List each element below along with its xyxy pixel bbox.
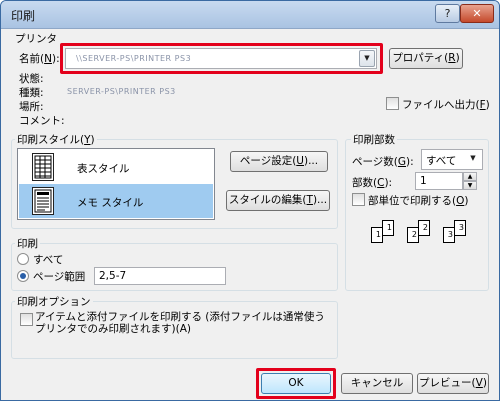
table-style-label: 表スタイル [77,163,130,175]
ok-highlight-box [256,368,336,399]
title-bar: 印刷 ? ✕ [1,1,499,29]
print-to-file-checkbox[interactable] [386,97,399,110]
copies-count-input[interactable]: 1 [415,172,463,190]
define-styles-button[interactable]: スタイルの編集(T)... [226,190,330,211]
print-options-group-title: 印刷オプション [15,294,93,309]
print-style-list[interactable]: 表スタイル メモ スタイル [17,148,215,220]
preview-button[interactable]: プレビュー(V) [417,373,489,394]
type-value: SERVER-PS\PRINTER PS3 [67,87,176,96]
print-to-file-label: ファイルへ出力(F) [402,99,490,111]
all-pages-label: すべて [33,254,64,266]
comment-label: コメント: [19,115,65,127]
pages-count-value: すべて [426,155,457,167]
cancel-button[interactable]: キャンセル [341,373,413,394]
page-range-input[interactable]: 2,5-7 [94,267,226,285]
collate-label: 部単位で印刷する(O) [368,195,469,207]
copies-count-label: 部数(C): [352,177,393,189]
printer-group-title: プリンタ [15,33,57,45]
page-range-label: ページ範囲 [33,271,86,283]
collate-page: 3 [454,220,466,236]
close-button[interactable]: ✕ [460,4,494,23]
print-style-group-title: 印刷スタイル(Y) [15,132,97,147]
printer-name-label: 名前(N): [19,53,60,65]
table-style-icon [32,153,54,181]
collate-checkbox[interactable] [352,193,365,206]
properties-button[interactable]: プロパティ(R) [389,48,463,69]
spin-up-icon[interactable]: ▲ [463,172,477,181]
memo-style-icon [32,187,54,215]
where-label: 場所: [19,101,44,113]
status-label: 状態: [19,73,44,85]
print-range-group-title: 印刷 [15,236,40,251]
pages-count-label: ページ数(G): [352,156,414,168]
page-setup-button[interactable]: ページ設定(U)... [230,151,328,172]
type-label: 種類: [19,87,44,99]
print-attachments-checkbox[interactable] [20,313,33,326]
list-item-memo-style[interactable]: メモ スタイル [19,184,213,218]
spin-down-icon[interactable]: ▼ [463,181,477,190]
dialog-body: プリンタ 名前(N): \\SERVER-PS\PRINTER PS3 ▼ プロ… [5,29,495,399]
collate-page: 1 [382,220,394,236]
all-pages-radio[interactable] [17,253,29,265]
print-attachments-label-line2: プリンタでのみ印刷されます)(A) [35,323,191,335]
list-item-table-style[interactable]: 表スタイル [19,150,213,184]
chevron-down-icon[interactable]: ▼ [465,151,481,168]
page-range-radio[interactable] [17,270,29,282]
printer-highlight-box [60,43,383,74]
copies-group-title: 印刷部数 [351,132,397,147]
collate-page: 2 [418,220,430,236]
pages-count-dropdown[interactable]: すべて ▼ [421,149,483,170]
memo-style-label: メモ スタイル [77,197,144,209]
print-dialog: 印刷 ? ✕ プリンタ 名前(N): \\SERVER-PS\PRINTER P… [0,0,500,401]
window-title: 印刷 [11,9,36,23]
help-button[interactable]: ? [435,4,460,23]
